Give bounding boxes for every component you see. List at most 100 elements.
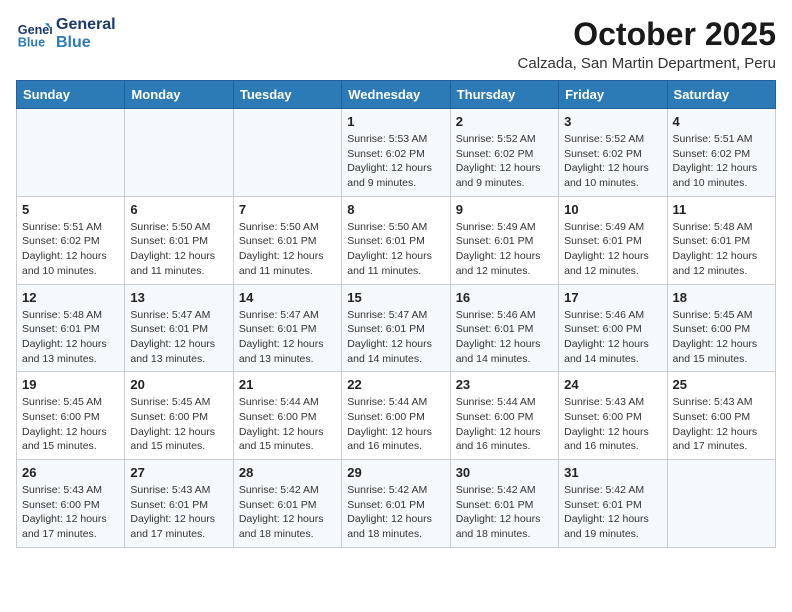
day-number: 3 (564, 114, 661, 129)
day-info: Sunrise: 5:50 AM Sunset: 6:01 PM Dayligh… (347, 220, 444, 279)
day-cell (17, 109, 125, 197)
day-cell: 12 Sunrise: 5:48 AM Sunset: 6:01 PM Dayli… (17, 284, 125, 372)
day-info: Sunrise: 5:47 AM Sunset: 6:01 PM Dayligh… (347, 308, 444, 367)
day-number: 25 (673, 377, 770, 392)
day-cell: 22Sunrise: 5:44 AM Sunset: 6:00 PM Dayli… (342, 372, 450, 460)
day-number: 2 (456, 114, 553, 129)
day-cell: 11Sunrise: 5:48 AM Sunset: 6:01 PM Dayli… (667, 196, 775, 284)
day-cell: 8 Sunrise: 5:50 AM Sunset: 6:01 PM Daylig… (342, 196, 450, 284)
day-number: 5 (22, 202, 119, 217)
day-number: 27 (130, 465, 227, 480)
day-cell: 28 Sunrise: 5:42 AM Sunset: 6:01 PM Dayli… (233, 460, 341, 548)
day-info: Sunrise: 5:45 AM Sunset: 6:00 PM Dayligh… (22, 395, 119, 454)
day-info: Sunrise: 5:47 AM Sunset: 6:01 PM Dayligh… (130, 308, 227, 367)
day-number: 6 (130, 202, 227, 217)
day-info: Sunrise: 5:43 AM Sunset: 6:00 PM Dayligh… (22, 483, 119, 542)
logo-general: General (56, 16, 116, 34)
logo-icon: General Blue (16, 16, 52, 52)
day-number: 8 (347, 202, 444, 217)
day-info: Sunrise: 5:48 AM Sunset: 6:01 PM Dayligh… (22, 308, 119, 367)
day-info: Sunrise: 5:43 AM Sunset: 6:01 PM Dayligh… (130, 483, 227, 542)
weekday-header-tuesday: Tuesday (233, 81, 341, 109)
day-info: Sunrise: 5:47 AM Sunset: 6:01 PM Dayligh… (239, 308, 336, 367)
week-row-2: 5 Sunrise: 5:51 AM Sunset: 6:02 PM Daylig… (17, 196, 776, 284)
day-number: 9 (456, 202, 553, 217)
page-header: General Blue General Blue October 2025 C… (16, 16, 776, 72)
day-number: 16 (456, 290, 553, 305)
day-cell: 29Sunrise: 5:42 AM Sunset: 6:01 PM Dayli… (342, 460, 450, 548)
day-info: Sunrise: 5:46 AM Sunset: 6:01 PM Dayligh… (456, 308, 553, 367)
day-number: 14 (239, 290, 336, 305)
day-cell: 10 Sunrise: 5:49 AM Sunset: 6:01 PM Dayli… (559, 196, 667, 284)
day-info: Sunrise: 5:45 AM Sunset: 6:00 PM Dayligh… (673, 308, 770, 367)
title-block: October 2025 Calzada, San Martin Departm… (518, 16, 776, 72)
day-info: Sunrise: 5:42 AM Sunset: 6:01 PM Dayligh… (239, 483, 336, 542)
day-info: Sunrise: 5:49 AM Sunset: 6:01 PM Dayligh… (456, 220, 553, 279)
day-cell: 13 Sunrise: 5:47 AM Sunset: 6:01 PM Dayli… (125, 284, 233, 372)
day-info: Sunrise: 5:51 AM Sunset: 6:02 PM Dayligh… (673, 132, 770, 191)
weekday-header-thursday: Thursday (450, 81, 558, 109)
day-number: 1 (347, 114, 444, 129)
day-cell: 15 Sunrise: 5:47 AM Sunset: 6:01 PM Dayli… (342, 284, 450, 372)
weekday-header-wednesday: Wednesday (342, 81, 450, 109)
day-info: Sunrise: 5:49 AM Sunset: 6:01 PM Dayligh… (564, 220, 661, 279)
day-cell: 14 Sunrise: 5:47 AM Sunset: 6:01 PM Dayli… (233, 284, 341, 372)
day-cell: 3Sunrise: 5:52 AM Sunset: 6:02 PM Daylig… (559, 109, 667, 197)
day-cell: 21Sunrise: 5:44 AM Sunset: 6:00 PM Dayli… (233, 372, 341, 460)
day-info: Sunrise: 5:45 AM Sunset: 6:00 PM Dayligh… (130, 395, 227, 454)
day-cell: 9 Sunrise: 5:49 AM Sunset: 6:01 PM Daylig… (450, 196, 558, 284)
day-number: 13 (130, 290, 227, 305)
logo: General Blue General Blue (16, 16, 116, 53)
day-number: 31 (564, 465, 661, 480)
day-number: 26 (22, 465, 119, 480)
day-info: Sunrise: 5:43 AM Sunset: 6:00 PM Dayligh… (564, 395, 661, 454)
day-cell: 18Sunrise: 5:45 AM Sunset: 6:00 PM Dayli… (667, 284, 775, 372)
day-number: 30 (456, 465, 553, 480)
day-number: 12 (22, 290, 119, 305)
day-info: Sunrise: 5:43 AM Sunset: 6:00 PM Dayligh… (673, 395, 770, 454)
day-number: 7 (239, 202, 336, 217)
weekday-header-sunday: Sunday (17, 81, 125, 109)
day-number: 11 (673, 202, 770, 217)
day-info: Sunrise: 5:50 AM Sunset: 6:01 PM Dayligh… (239, 220, 336, 279)
day-info: Sunrise: 5:51 AM Sunset: 6:02 PM Dayligh… (22, 220, 119, 279)
week-row-4: 19 Sunrise: 5:45 AM Sunset: 6:00 PM Dayli… (17, 372, 776, 460)
day-number: 17 (564, 290, 661, 305)
day-info: Sunrise: 5:46 AM Sunset: 6:00 PM Dayligh… (564, 308, 661, 367)
day-cell: 4 Sunrise: 5:51 AM Sunset: 6:02 PM Daylig… (667, 109, 775, 197)
day-info: Sunrise: 5:42 AM Sunset: 6:01 PM Dayligh… (456, 483, 553, 542)
location: Calzada, San Martin Department, Peru (518, 55, 776, 72)
day-info: Sunrise: 5:44 AM Sunset: 6:00 PM Dayligh… (347, 395, 444, 454)
day-info: Sunrise: 5:52 AM Sunset: 6:02 PM Dayligh… (456, 132, 553, 191)
day-info: Sunrise: 5:44 AM Sunset: 6:00 PM Dayligh… (456, 395, 553, 454)
day-cell: 5 Sunrise: 5:51 AM Sunset: 6:02 PM Daylig… (17, 196, 125, 284)
week-row-1: 1 Sunrise: 5:53 AM Sunset: 6:02 PM Daylig… (17, 109, 776, 197)
day-cell: 23 Sunrise: 5:44 AM Sunset: 6:00 PM Dayli… (450, 372, 558, 460)
logo-blue: Blue (56, 34, 116, 52)
day-number: 19 (22, 377, 119, 392)
day-cell: 2 Sunrise: 5:52 AM Sunset: 6:02 PM Daylig… (450, 109, 558, 197)
day-info: Sunrise: 5:42 AM Sunset: 6:01 PM Dayligh… (564, 483, 661, 542)
day-cell: 7 Sunrise: 5:50 AM Sunset: 6:01 PM Daylig… (233, 196, 341, 284)
month-title: October 2025 (518, 16, 776, 53)
day-cell: 26 Sunrise: 5:43 AM Sunset: 6:00 PM Dayli… (17, 460, 125, 548)
day-number: 23 (456, 377, 553, 392)
day-cell: 25 Sunrise: 5:43 AM Sunset: 6:00 PM Dayli… (667, 372, 775, 460)
day-number: 15 (347, 290, 444, 305)
weekday-header-saturday: Saturday (667, 81, 775, 109)
day-info: Sunrise: 5:53 AM Sunset: 6:02 PM Dayligh… (347, 132, 444, 191)
day-cell: 1 Sunrise: 5:53 AM Sunset: 6:02 PM Daylig… (342, 109, 450, 197)
day-number: 28 (239, 465, 336, 480)
day-info: Sunrise: 5:44 AM Sunset: 6:00 PM Dayligh… (239, 395, 336, 454)
day-cell: 16 Sunrise: 5:46 AM Sunset: 6:01 PM Dayli… (450, 284, 558, 372)
day-info: Sunrise: 5:42 AM Sunset: 6:01 PM Dayligh… (347, 483, 444, 542)
day-cell (233, 109, 341, 197)
day-cell: 24Sunrise: 5:43 AM Sunset: 6:00 PM Dayli… (559, 372, 667, 460)
day-info: Sunrise: 5:50 AM Sunset: 6:01 PM Dayligh… (130, 220, 227, 279)
day-cell (667, 460, 775, 548)
day-cell: 19 Sunrise: 5:45 AM Sunset: 6:00 PM Dayli… (17, 372, 125, 460)
day-number: 10 (564, 202, 661, 217)
day-cell: 27 Sunrise: 5:43 AM Sunset: 6:01 PM Dayli… (125, 460, 233, 548)
weekday-header-friday: Friday (559, 81, 667, 109)
day-number: 4 (673, 114, 770, 129)
